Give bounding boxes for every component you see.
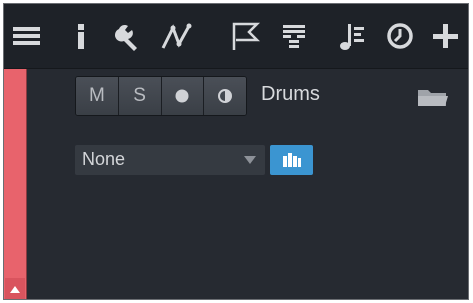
monitor-button[interactable] <box>204 77 246 115</box>
track-color-strip[interactable] <box>4 69 27 299</box>
keyboard-icon <box>282 153 301 167</box>
info-icon[interactable] <box>64 18 100 54</box>
folder-icon[interactable] <box>416 86 450 108</box>
instrument-rack-button[interactable] <box>270 145 313 175</box>
instrument-select[interactable]: None <box>75 145 265 175</box>
track-name[interactable]: Drums <box>261 83 320 106</box>
mute-button[interactable]: M <box>76 77 119 115</box>
wrench-icon[interactable] <box>111 18 147 54</box>
solo-button[interactable]: S <box>118 77 162 115</box>
marker-flag-icon[interactable] <box>227 18 263 54</box>
patterns-icon[interactable] <box>276 18 312 54</box>
clock-icon[interactable] <box>382 18 418 54</box>
track-buttons: M S <box>75 76 247 116</box>
automation-icon[interactable] <box>159 18 195 54</box>
instrument-select-value: None <box>82 149 126 169</box>
track-inspector-panel: M S Drums None <box>3 3 469 300</box>
monitor-icon <box>218 89 233 103</box>
toolbar <box>4 4 468 69</box>
record-icon <box>175 89 189 103</box>
add-icon[interactable] <box>428 18 464 54</box>
menu-icon[interactable] <box>9 18 45 54</box>
score-icon[interactable] <box>334 18 370 54</box>
expand-arrow-icon[interactable] <box>5 278 25 299</box>
record-arm-button[interactable] <box>161 77 205 115</box>
chevron-down-icon <box>244 156 256 164</box>
